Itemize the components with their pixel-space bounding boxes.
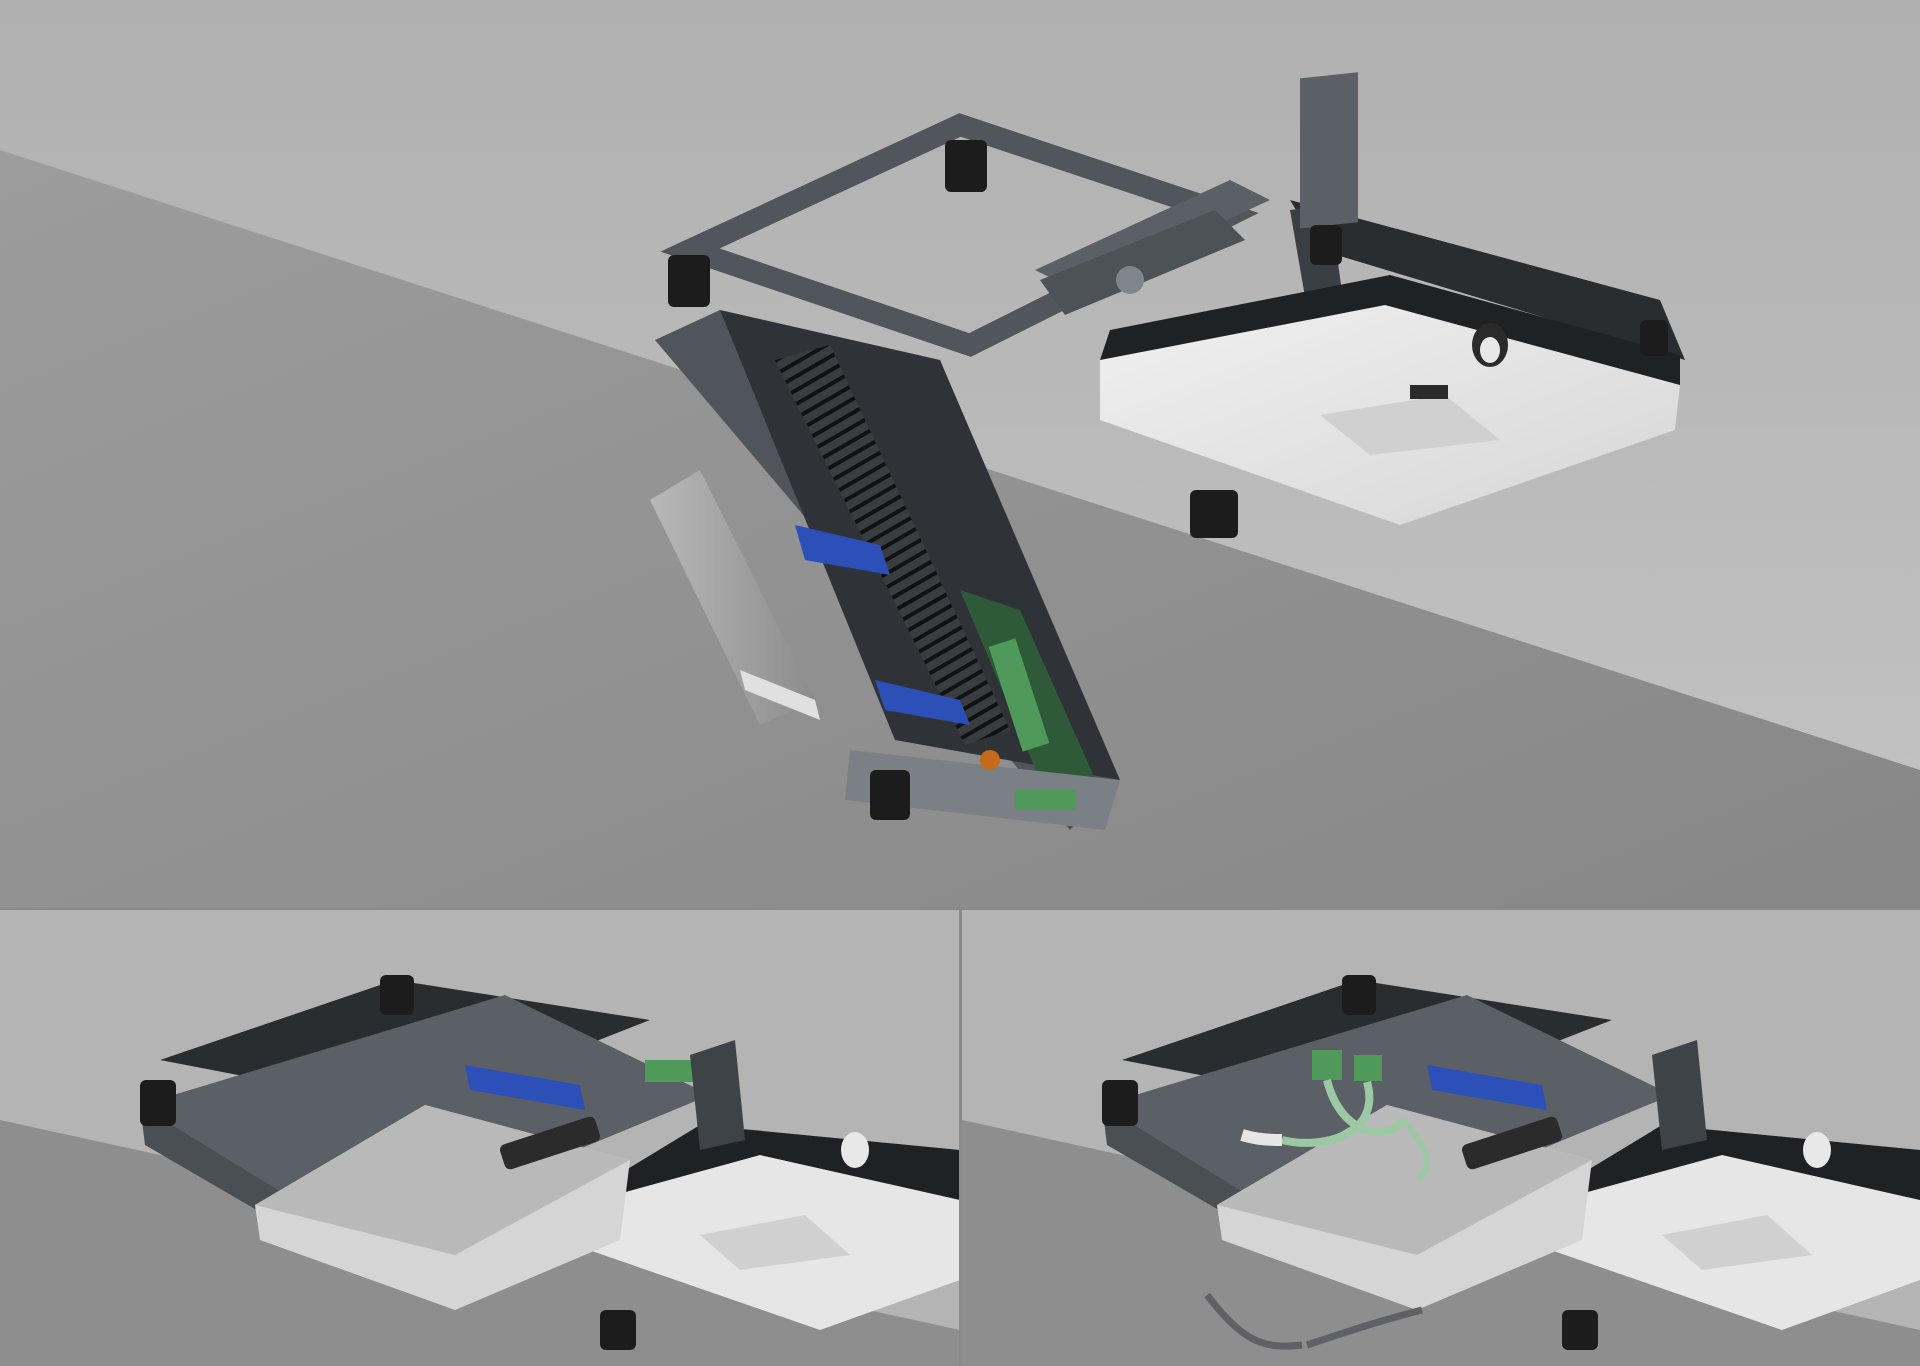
- terminal-block: [1354, 1055, 1382, 1081]
- exploded-view-illustration: [0, 0, 1920, 910]
- cabled-view-illustration: [962, 910, 1920, 1366]
- assembled-view-illustration: [0, 910, 960, 1366]
- knob: [1102, 1080, 1138, 1126]
- render-canvas: [0, 0, 1920, 1366]
- knob: [1562, 1310, 1598, 1350]
- knob: [380, 975, 414, 1015]
- assembled-view-panel: [0, 910, 960, 1366]
- exploded-view-panel: [0, 0, 1920, 910]
- knob: [600, 1310, 636, 1350]
- knob: [1342, 975, 1376, 1015]
- knob: [140, 1080, 176, 1126]
- terminal-block: [1312, 1050, 1342, 1080]
- cabled-view-panel: [962, 910, 1920, 1366]
